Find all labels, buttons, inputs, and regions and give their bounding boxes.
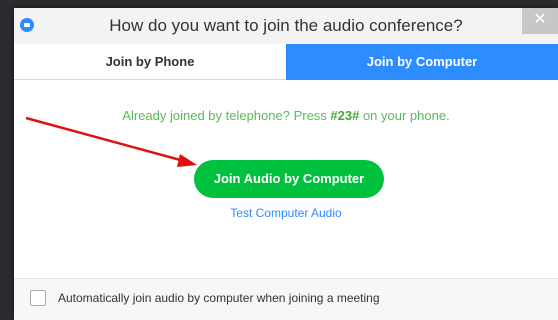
auto-join-label: Automatically join audio by computer whe… (58, 291, 380, 305)
close-icon: ✕ (533, 11, 547, 28)
hint-code: #23# (330, 108, 360, 123)
hint-suffix: on your phone. (359, 108, 450, 123)
footer: Automatically join audio by computer whe… (14, 278, 558, 320)
join-audio-button[interactable]: Join Audio by Computer (194, 160, 384, 198)
tab-join-by-phone[interactable]: Join by Phone (14, 44, 286, 80)
hint-prefix: Already joined by telephone? Press (122, 108, 331, 123)
tab-content: Already joined by telephone? Press #23# … (14, 80, 558, 270)
auto-join-checkbox[interactable] (30, 290, 46, 306)
screen: How do you want to join the audio confer… (0, 0, 558, 320)
zoom-camera-icon (20, 18, 34, 32)
test-computer-audio-link[interactable]: Test Computer Audio (14, 206, 558, 220)
audio-join-dialog: How do you want to join the audio confer… (14, 8, 558, 320)
telephone-hint: Already joined by telephone? Press #23# … (14, 108, 558, 123)
title-bar: How do you want to join the audio confer… (14, 8, 558, 44)
window-title: How do you want to join the audio confer… (109, 16, 463, 35)
tab-bar: Join by Phone Join by Computer (14, 44, 558, 80)
tab-join-by-computer[interactable]: Join by Computer (286, 44, 558, 80)
close-button[interactable]: ✕ (522, 8, 558, 34)
